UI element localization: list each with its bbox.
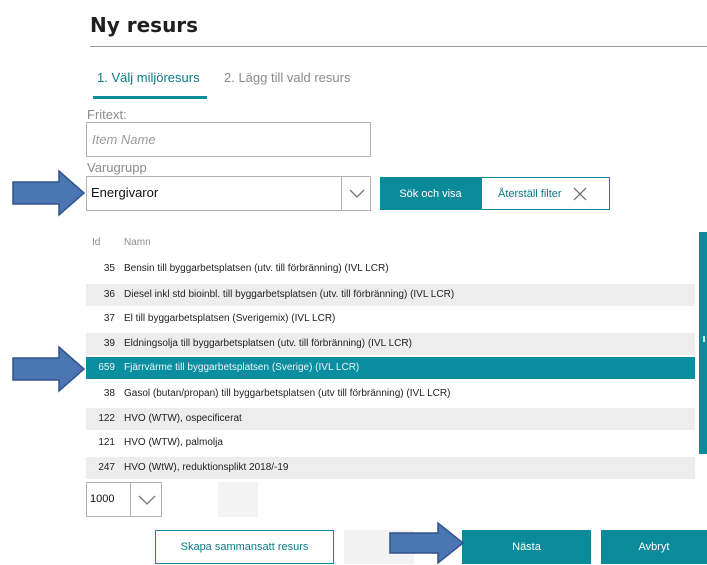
- table-scrollbar[interactable]: [699, 232, 707, 454]
- close-icon: [573, 187, 587, 200]
- pagination-page-button[interactable]: [218, 482, 258, 517]
- row-name: Diesel inkl std bioinbl. till byggarbets…: [124, 289, 455, 300]
- row-id: 122: [98, 413, 115, 424]
- row-id: 38: [103, 388, 115, 399]
- chevron-down-icon: [349, 189, 365, 198]
- fritext-label: Fritext:: [87, 107, 127, 122]
- table-row[interactable]: 37 El till byggarbetsplatsen (Sverigemix…: [86, 308, 695, 330]
- chevron-down-icon: [138, 495, 156, 505]
- row-id: 247: [98, 462, 115, 473]
- row-name: Fjärrvärme till byggarbetsplatsen (Sveri…: [124, 362, 360, 373]
- tab-add-resource[interactable]: 2. Lägg till vald resurs: [224, 70, 350, 85]
- table-row-selected[interactable]: 659 Fjärrvärme till byggarbetsplatsen (S…: [86, 357, 695, 379]
- row-name: HVO (WtW), reduktionsplikt 2018/-19: [124, 462, 289, 473]
- row-id: 37: [103, 313, 115, 324]
- title-divider: [90, 46, 707, 47]
- scrollbar-grip[interactable]: [703, 336, 705, 342]
- annotation-arrow-icon: [389, 521, 465, 565]
- row-id: 659: [98, 362, 115, 373]
- row-id: 35: [103, 263, 115, 274]
- cancel-button[interactable]: Avbryt: [601, 530, 707, 564]
- column-header-id: Id: [92, 237, 101, 248]
- row-name: HVO (WTW), palmolja: [124, 437, 223, 448]
- column-header-name: Namn: [124, 237, 151, 248]
- page-size-dropdown-toggle[interactable]: [130, 482, 162, 517]
- search-button[interactable]: Sök och visa: [380, 177, 481, 210]
- tab-choose-resource[interactable]: 1. Välj miljöresurs: [97, 70, 200, 85]
- fritext-placeholder: Item Name: [92, 132, 156, 147]
- row-id: 36: [103, 289, 115, 300]
- annotation-arrow-icon: [12, 169, 86, 217]
- page-title: Ny resurs: [90, 13, 199, 37]
- table-row[interactable]: 38 Gasol (butan/propan) till byggarbetsp…: [86, 383, 695, 405]
- varugrupp-dropdown-toggle[interactable]: [341, 176, 371, 211]
- row-name: HVO (WTW), ospecificerat: [124, 413, 242, 424]
- varugrupp-label: Varugrupp: [87, 160, 147, 175]
- table-row[interactable]: 35 Bensin till byggarbetsplatsen (utv. t…: [86, 258, 695, 280]
- active-tab-indicator: [93, 96, 207, 99]
- reset-filter-button[interactable]: Återställ filter: [481, 177, 610, 210]
- next-button[interactable]: Nästa: [462, 530, 591, 564]
- row-name: Bensin till byggarbetsplatsen (utv. till…: [124, 263, 389, 274]
- create-composite-resource-button[interactable]: Skapa sammansatt resurs: [155, 530, 334, 564]
- table-row[interactable]: 121 HVO (WTW), palmolja: [86, 432, 695, 454]
- reset-filter-label: Återställ filter: [498, 187, 562, 200]
- annotation-arrow-icon: [12, 345, 86, 393]
- row-name: Gasol (butan/propan) till byggarbetsplat…: [124, 388, 451, 399]
- table-row[interactable]: 122 HVO (WTW), ospecificerat: [86, 408, 695, 430]
- table-row[interactable]: 36 Diesel inkl std bioinbl. till byggarb…: [86, 284, 695, 306]
- row-name: Eldningsolja till byggarbetsplatsen (utv…: [124, 338, 412, 349]
- varugrupp-value: Energivaror: [91, 185, 159, 200]
- row-id: 39: [103, 338, 115, 349]
- table-row[interactable]: 39 Eldningsolja till byggarbetsplatsen (…: [86, 333, 695, 355]
- table-row[interactable]: 247 HVO (WtW), reduktionsplikt 2018/-19: [86, 457, 695, 479]
- row-name: El till byggarbetsplatsen (Sverigemix) (…: [124, 313, 336, 324]
- row-id: 121: [98, 437, 115, 448]
- page-size-value: 1000: [90, 493, 115, 505]
